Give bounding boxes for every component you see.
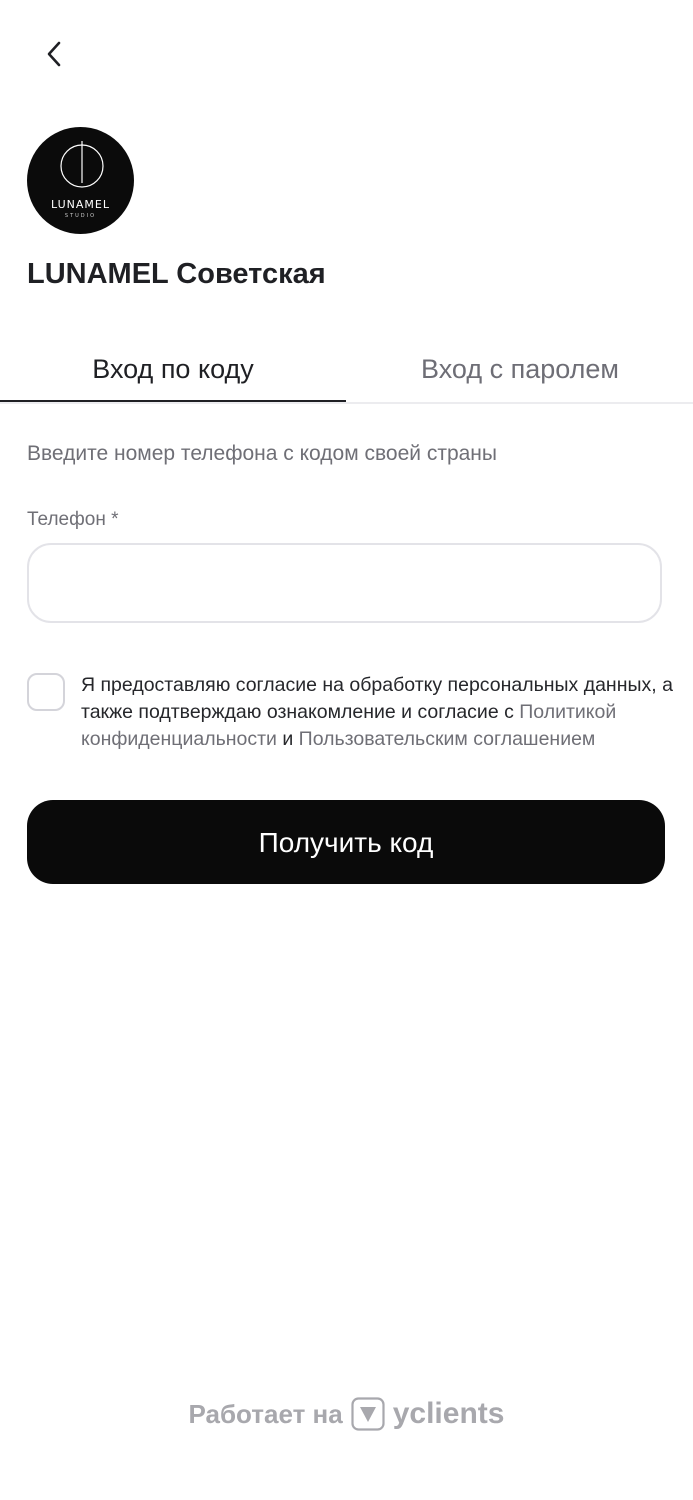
phone-input[interactable]: [27, 543, 662, 623]
page-title: LUNAMEL Советская: [27, 258, 326, 290]
phone-hint: Введите номер телефона с кодом своей стр…: [27, 442, 497, 465]
yclients-logo-icon: [351, 1397, 385, 1431]
consent-text: Я предоставляю согласие на обработку пер…: [81, 672, 681, 753]
login-page: LUNAMEL STUDIO LUNAMEL Советская Вход по…: [0, 0, 693, 1500]
logo-name: LUNAMEL: [51, 198, 110, 211]
consent-and: и: [276, 728, 299, 750]
salon-logo: LUNAMEL STUDIO: [27, 127, 134, 234]
powered-by-footer: Работает на yclients: [0, 1392, 693, 1436]
back-button[interactable]: [34, 34, 74, 74]
tab-login-with-password[interactable]: Вход с паролем: [347, 340, 693, 400]
consent-checkbox[interactable]: [27, 673, 65, 711]
user-agreement-link[interactable]: Пользовательским соглашением: [299, 728, 596, 750]
logo-subtitle: STUDIO: [64, 213, 97, 219]
phone-label: Телефон *: [27, 509, 119, 530]
powered-by-label: Работает на: [188, 1398, 343, 1429]
get-code-button[interactable]: Получить код: [27, 800, 665, 884]
chevron-left-icon: [47, 41, 61, 67]
login-tabs: Вход по коду Вход с паролем: [0, 340, 693, 404]
tab-login-by-code[interactable]: Вход по коду: [0, 340, 346, 402]
yclients-brand[interactable]: yclients: [393, 1397, 505, 1431]
